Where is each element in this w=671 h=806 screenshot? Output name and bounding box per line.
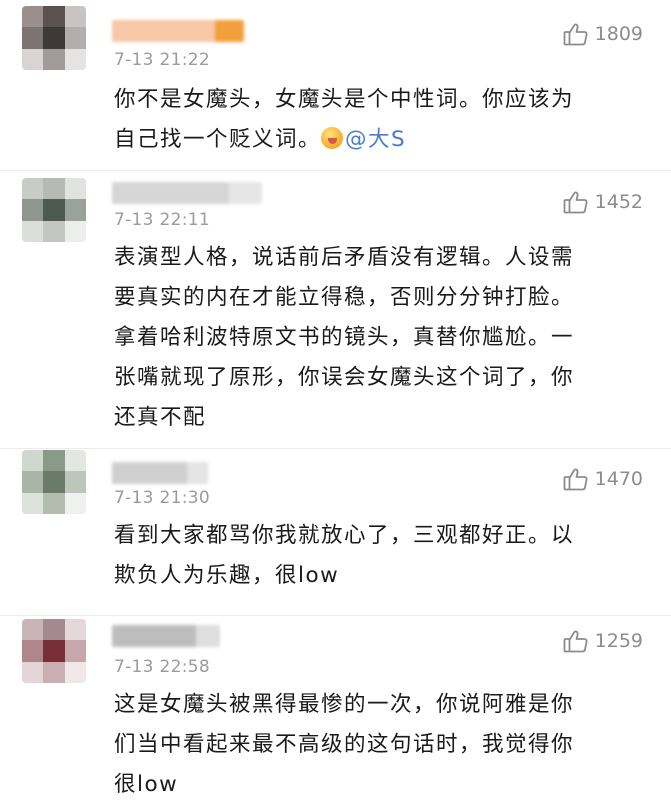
username-blurred[interactable] [112, 20, 244, 42]
avatar-mosaic-tile [43, 471, 65, 493]
avatar-mosaic-tile [22, 48, 44, 70]
avatar-mosaic-tile [43, 220, 65, 242]
thumbs-up-icon [563, 191, 588, 214]
comment-line: 自己找一个贬义词。 [114, 127, 322, 152]
comment-line: 们当中看起来最不高级的这句话时，我觉得你 [114, 732, 575, 757]
comment-line: 你不是女魔头，女魔头是个中性词。你应该为 [114, 87, 575, 112]
comment-line: 看到大家都骂你我就放心了，三观都好正。以 [114, 523, 575, 548]
avatar-mosaic-tile [22, 220, 44, 242]
username-blurred[interactable] [112, 462, 208, 484]
avatar-mosaic-tile [64, 640, 86, 662]
like-count: 1452 [594, 191, 643, 213]
like-button[interactable]: 1809 [563, 22, 643, 46]
comment-item-4: 7-13 22:58 1259 这是女魔头被黑得最惨的一次，你说阿雅是你 们当中… [0, 615, 671, 806]
like-count: 1809 [594, 23, 643, 45]
avatar-mosaic-tile [64, 661, 86, 683]
avatar-mosaic-tile [64, 27, 86, 49]
mention-link[interactable]: @大S [345, 127, 406, 152]
avatar-mosaic-tile [22, 199, 44, 221]
like-button[interactable]: 1259 [563, 629, 643, 653]
avatar-mosaic-tile [22, 661, 44, 683]
comment-time: 7-13 21:30 [114, 488, 210, 508]
comment-line: 欺负人为乐趣，很low [114, 563, 340, 588]
avatar-mosaic-tile [64, 199, 86, 221]
avatar-mosaic-tile [43, 492, 65, 514]
comment-text: 你不是女魔头，女魔头是个中性词。你应该为 自己找一个贬义词。 @大S [114, 80, 636, 160]
avatar[interactable] [22, 619, 86, 683]
avatar[interactable] [22, 178, 86, 242]
comment-line: 这是女魔头被黑得最惨的一次，你说阿雅是你 [114, 692, 575, 717]
avatar-mosaic-tile [43, 178, 65, 200]
comment-item-1: 7-13 21:22 1809 你不是女魔头，女魔头是个中性词。你应该为 自己找… [0, 0, 671, 171]
thumbs-up-icon [563, 630, 588, 653]
avatar-mosaic-tile [22, 471, 44, 493]
avatar-mosaic-tile [22, 619, 44, 641]
avatar-mosaic-tile [64, 492, 86, 514]
comment-text: 这是女魔头被黑得最惨的一次，你说阿雅是你 们当中看起来最不高级的这句话时，我觉得… [114, 685, 636, 805]
comment-text: 看到大家都骂你我就放心了，三观都好正。以 欺负人为乐趣，很low [114, 516, 636, 596]
avatar-mosaic-tile [64, 48, 86, 70]
avatar[interactable] [22, 6, 86, 70]
avatar-mosaic-tile [64, 471, 86, 493]
avatar-mosaic-tile [22, 450, 44, 472]
comment-time: 7-13 22:58 [114, 657, 210, 677]
avatar-mosaic-tile [43, 6, 65, 28]
avatar-mosaic-tile [64, 450, 86, 472]
avatar-mosaic-tile [22, 178, 44, 200]
comment-time: 7-13 21:22 [114, 50, 210, 70]
comment-line: 还真不配 [114, 405, 207, 430]
comment-item-3: 7-13 21:30 1470 看到大家都骂你我就放心了，三观都好正。以 欺负人… [0, 448, 671, 616]
avatar[interactable] [22, 450, 86, 514]
avatar-mosaic-tile [22, 640, 44, 662]
avatar-mosaic-tile [43, 640, 65, 662]
tongue-face-emoji-icon [321, 127, 344, 149]
avatar-mosaic-tile [64, 178, 86, 200]
avatar-mosaic-tile [43, 450, 65, 472]
like-count: 1470 [594, 468, 643, 490]
comment-line: 拿着哈利波特原文书的镜头，真替你尴尬。一 [114, 325, 575, 350]
comment-line-with-mention: 自己找一个贬义词。 @大S [114, 120, 636, 160]
avatar-mosaic-tile [43, 199, 65, 221]
comment-time: 7-13 22:11 [114, 210, 210, 230]
avatar-mosaic-tile [22, 27, 44, 49]
comment-line: 要真实的内在才能立得稳，否则分分钟打脸。 [114, 285, 575, 310]
like-count: 1259 [594, 630, 643, 652]
avatar-mosaic-tile [22, 6, 44, 28]
comment-item-2: 7-13 22:11 1452 表演型人格，说话前后矛盾没有逻辑。人设需 要真实… [0, 170, 671, 449]
thumbs-up-icon [563, 468, 588, 491]
thumbs-up-icon [563, 23, 588, 46]
comment-line: 张嘴就现了原形，你误会女魔头这个词了，你 [114, 365, 575, 390]
comment-line: 很low [114, 772, 179, 797]
like-button[interactable]: 1470 [563, 467, 643, 491]
username-blurred[interactable] [112, 182, 262, 204]
avatar-mosaic-tile [64, 220, 86, 242]
comment-line: 表演型人格，说话前后矛盾没有逻辑。人设需 [114, 245, 575, 270]
avatar-mosaic-tile [43, 48, 65, 70]
like-button[interactable]: 1452 [563, 190, 643, 214]
comment-text: 表演型人格，说话前后矛盾没有逻辑。人设需 要真实的内在才能立得稳，否则分分钟打脸… [114, 238, 636, 438]
avatar-mosaic-tile [43, 619, 65, 641]
avatar-mosaic-tile [64, 619, 86, 641]
avatar-mosaic-tile [43, 27, 65, 49]
avatar-mosaic-tile [22, 492, 44, 514]
avatar-mosaic-tile [43, 661, 65, 683]
username-blurred[interactable] [112, 625, 220, 647]
avatar-mosaic-tile [64, 6, 86, 28]
